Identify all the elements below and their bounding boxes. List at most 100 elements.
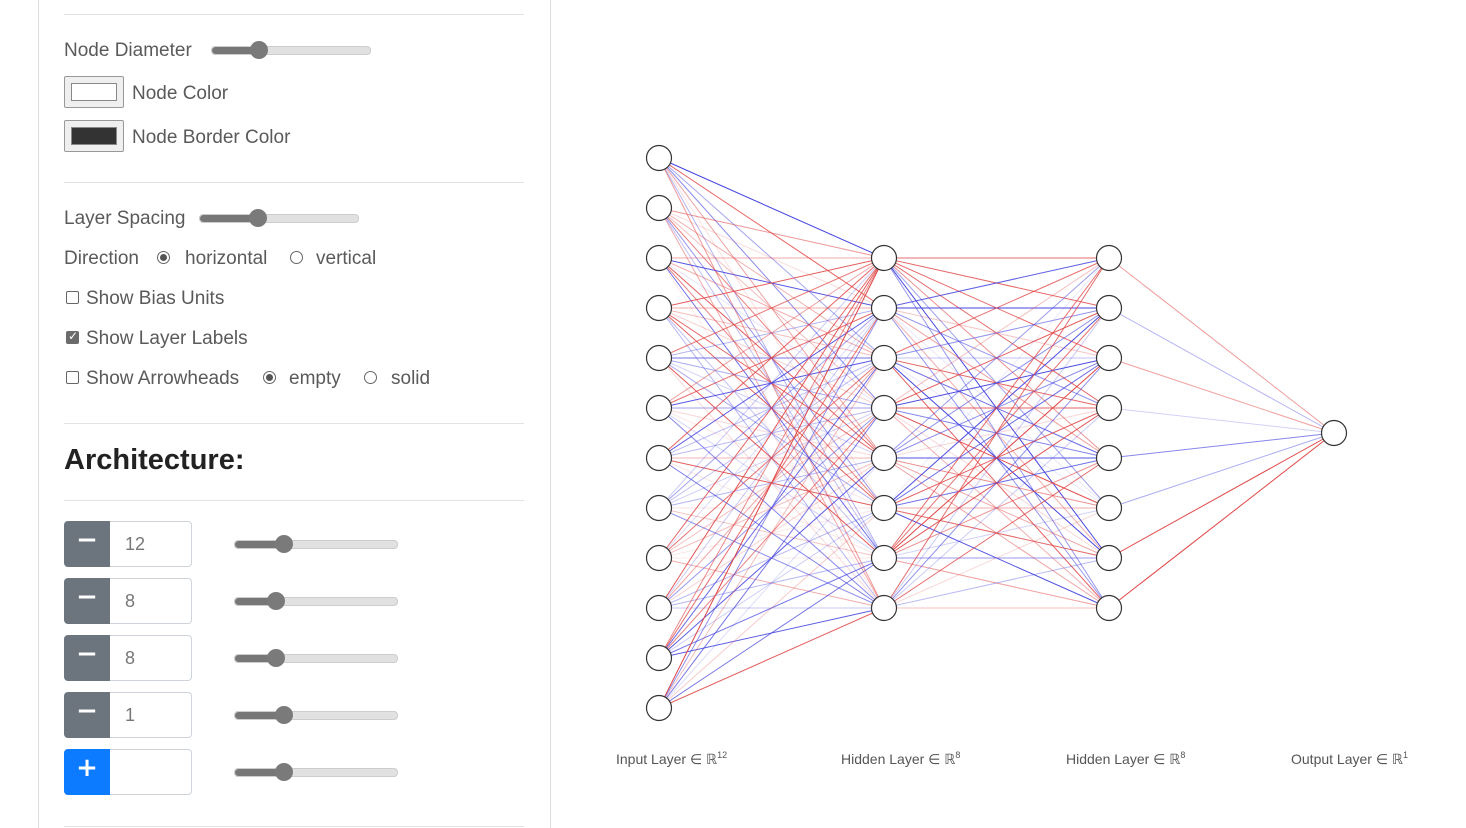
edge xyxy=(658,257,885,709)
slider-thumb[interactable] xyxy=(250,41,269,59)
layer-units-input[interactable]: 8 xyxy=(110,635,192,681)
node xyxy=(870,394,898,422)
direction-label: Direction xyxy=(64,248,139,269)
divider xyxy=(64,423,524,424)
node xyxy=(645,194,673,222)
layer-spacing-slider[interactable] xyxy=(199,209,359,227)
layer-edge-width-slider[interactable] xyxy=(234,649,398,667)
node-color-label: Node Color xyxy=(132,83,229,104)
layer-units-input[interactable]: 12 xyxy=(110,521,192,567)
node xyxy=(1095,594,1123,622)
divider xyxy=(64,826,524,827)
direction-horizontal-radio[interactable] xyxy=(157,251,170,264)
edge xyxy=(658,457,885,709)
remove-layer-button[interactable]: − xyxy=(64,692,110,738)
remove-layer-button[interactable]: − xyxy=(64,521,110,567)
layer-edge-width-slider[interactable] xyxy=(234,763,398,781)
arrowhead-empty-radio[interactable] xyxy=(263,371,276,384)
layer-labels: Input Layer ∈ ℝ12 Hidden Layer ∈ ℝ8 Hidden… xyxy=(616,750,1408,767)
layer-edge-width-slider[interactable] xyxy=(234,706,398,724)
node xyxy=(1320,419,1348,447)
layer-row: −8 xyxy=(64,635,192,681)
node xyxy=(1095,494,1123,522)
color-swatch xyxy=(71,83,117,101)
node xyxy=(870,494,898,522)
node xyxy=(1095,444,1123,472)
layer-row: −8 xyxy=(64,578,192,624)
node xyxy=(645,344,673,372)
edge xyxy=(1108,307,1335,434)
color-swatch xyxy=(71,127,117,145)
layer-label: Output Layer ∈ ℝ1 xyxy=(1291,750,1408,767)
arrowhead-solid-radio[interactable] xyxy=(364,371,377,384)
edge xyxy=(1108,432,1335,509)
architecture-title: Architecture: xyxy=(64,444,245,476)
node xyxy=(645,594,673,622)
divider xyxy=(64,14,524,15)
edge xyxy=(1108,432,1335,609)
direction-horizontal-label[interactable]: horizontal xyxy=(185,248,267,270)
layer-row: −1 xyxy=(64,692,192,738)
slider-thumb[interactable] xyxy=(266,649,285,667)
node xyxy=(645,644,673,672)
divider xyxy=(64,182,524,183)
divider xyxy=(64,500,524,501)
show-arrowheads-checkbox[interactable] xyxy=(66,371,79,384)
node xyxy=(870,594,898,622)
layer-units-input[interactable]: 1 xyxy=(110,692,192,738)
node xyxy=(1095,544,1123,572)
network-canvas: Input Layer ∈ ℝ12 Hidden Layer ∈ ℝ8 Hidden… xyxy=(616,144,1408,767)
layer-edge-width-slider[interactable] xyxy=(234,592,398,610)
edge xyxy=(1108,257,1335,434)
node xyxy=(645,444,673,472)
node-border-color-picker[interactable] xyxy=(64,120,124,152)
layer-label: Hidden Layer ∈ ℝ8 xyxy=(841,750,960,767)
node xyxy=(1095,394,1123,422)
edge xyxy=(1108,432,1335,559)
slider-thumb[interactable] xyxy=(274,706,293,724)
arrowhead-empty-label[interactable]: empty xyxy=(289,368,341,390)
show-arrowheads-label[interactable]: Show Arrowheads xyxy=(86,368,239,390)
layer-label: Input Layer ∈ ℝ12 xyxy=(616,750,727,767)
remove-layer-button[interactable]: − xyxy=(64,578,110,624)
slider-thumb[interactable] xyxy=(274,535,293,553)
node xyxy=(1095,294,1123,322)
node xyxy=(645,144,673,172)
show-bias-checkbox[interactable] xyxy=(66,291,79,304)
slider-thumb[interactable] xyxy=(249,209,268,227)
add-layer-button[interactable]: + xyxy=(64,749,110,795)
edge xyxy=(1108,407,1335,434)
settings-sidebar: Node Diameter Node Color Node Border Col… xyxy=(38,0,551,828)
node xyxy=(870,344,898,372)
node xyxy=(645,544,673,572)
layer-units-input[interactable]: 8 xyxy=(110,578,192,624)
node xyxy=(645,294,673,322)
slider-thumb[interactable] xyxy=(266,592,285,610)
edge xyxy=(658,207,885,259)
show-layer-labels-checkbox[interactable] xyxy=(66,329,79,344)
node xyxy=(870,244,898,272)
node-diameter-slider[interactable] xyxy=(211,41,371,59)
direction-vertical-label[interactable]: vertical xyxy=(316,248,376,270)
arrowhead-solid-label[interactable]: solid xyxy=(391,368,430,390)
node xyxy=(870,444,898,472)
node-color-picker[interactable] xyxy=(64,76,124,108)
show-layer-labels-label[interactable]: Show Layer Labels xyxy=(86,328,248,350)
edge xyxy=(658,157,885,259)
layer-units-input[interactable] xyxy=(110,749,192,795)
layer-label: Hidden Layer ∈ ℝ8 xyxy=(1066,750,1185,767)
network-edges xyxy=(658,157,1335,709)
edge xyxy=(658,607,885,709)
node-border-color-label: Node Border Color xyxy=(132,127,291,148)
remove-layer-button[interactable]: − xyxy=(64,635,110,681)
node xyxy=(1095,244,1123,272)
layer-spacing-label: Layer Spacing xyxy=(64,208,186,229)
node-diameter-label: Node Diameter xyxy=(64,40,192,61)
direction-vertical-radio[interactable] xyxy=(290,251,303,264)
layer-edge-width-slider[interactable] xyxy=(234,535,398,553)
slider-thumb[interactable] xyxy=(274,763,293,781)
show-bias-label[interactable]: Show Bias Units xyxy=(86,288,224,310)
node xyxy=(870,544,898,572)
edge xyxy=(1108,357,1335,434)
edge xyxy=(658,357,885,709)
